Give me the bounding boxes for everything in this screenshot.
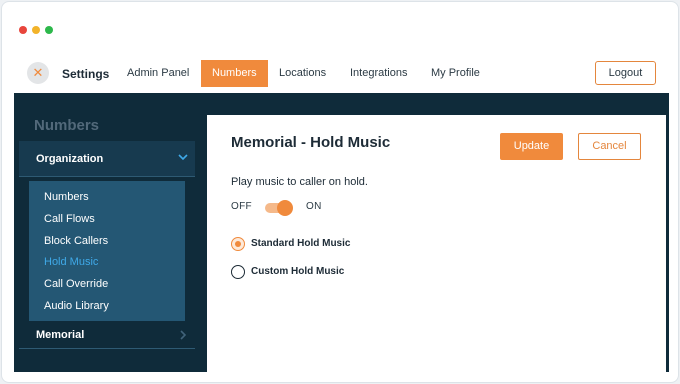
logout-button[interactable]: Logout (595, 61, 656, 85)
sidebar-section-organization[interactable]: Organization (19, 141, 195, 177)
standard-hold-music-label[interactable]: Standard Hold Music (251, 238, 350, 249)
custom-hold-music-label[interactable]: Custom Hold Music (251, 266, 344, 277)
update-button[interactable]: Update (500, 133, 563, 160)
hold-music-toggle[interactable] (265, 200, 293, 216)
sidebar-section-memorial[interactable]: Memorial (19, 323, 195, 349)
settings-title: Settings (62, 67, 110, 81)
standard-hold-music-radio[interactable] (231, 237, 245, 251)
cancel-button[interactable]: Cancel (578, 133, 641, 160)
tab-my-profile[interactable]: My Profile (420, 60, 491, 87)
tab-integrations[interactable]: Integrations (339, 60, 418, 87)
tab-numbers[interactable]: Numbers (201, 60, 268, 87)
sidebar-section-label: Memorial (36, 329, 85, 341)
toggle-on-label: ON (306, 201, 322, 212)
window-controls (19, 26, 53, 34)
close-window-dot[interactable] (19, 26, 27, 34)
chevron-down-icon (178, 154, 188, 161)
tab-locations[interactable]: Locations (268, 60, 337, 87)
hold-music-description: Play music to caller on hold. (231, 176, 368, 188)
hold-music-panel: Memorial - Hold Music Update Cancel Play… (207, 115, 666, 372)
toggle-knob[interactable] (277, 200, 293, 216)
page-title: Memorial - Hold Music (231, 134, 391, 151)
top-navigation: ✕ Settings Admin Panel Numbers Locations… (2, 58, 678, 92)
minimize-window-dot[interactable] (32, 26, 40, 34)
sidebar-item-call-override[interactable]: Call Override (44, 278, 108, 290)
sidebar-item-block-callers[interactable]: Block Callers (44, 235, 108, 247)
sidebar-item-numbers[interactable]: Numbers (44, 191, 89, 203)
maximize-window-dot[interactable] (45, 26, 53, 34)
app-window: ✕ Settings Admin Panel Numbers Locations… (1, 1, 679, 383)
close-settings-button[interactable]: ✕ (27, 62, 49, 84)
tab-admin-panel[interactable]: Admin Panel (116, 60, 200, 87)
chevron-right-icon (180, 330, 187, 340)
sidebar-heading: Numbers (34, 117, 100, 134)
sidebar-item-hold-music[interactable]: Hold Music (44, 256, 98, 268)
custom-hold-music-radio[interactable] (231, 265, 245, 279)
toggle-off-label: OFF (231, 201, 252, 212)
sidebar-section-label: Organization (36, 153, 104, 165)
sidebar-submenu: Numbers Call Flows Block Callers Hold Mu… (29, 181, 185, 321)
sidebar-item-call-flows[interactable]: Call Flows (44, 213, 95, 225)
sidebar-item-audio-library[interactable]: Audio Library (44, 300, 109, 312)
app-body: Numbers Organization Numbers Call Flows … (14, 93, 669, 372)
